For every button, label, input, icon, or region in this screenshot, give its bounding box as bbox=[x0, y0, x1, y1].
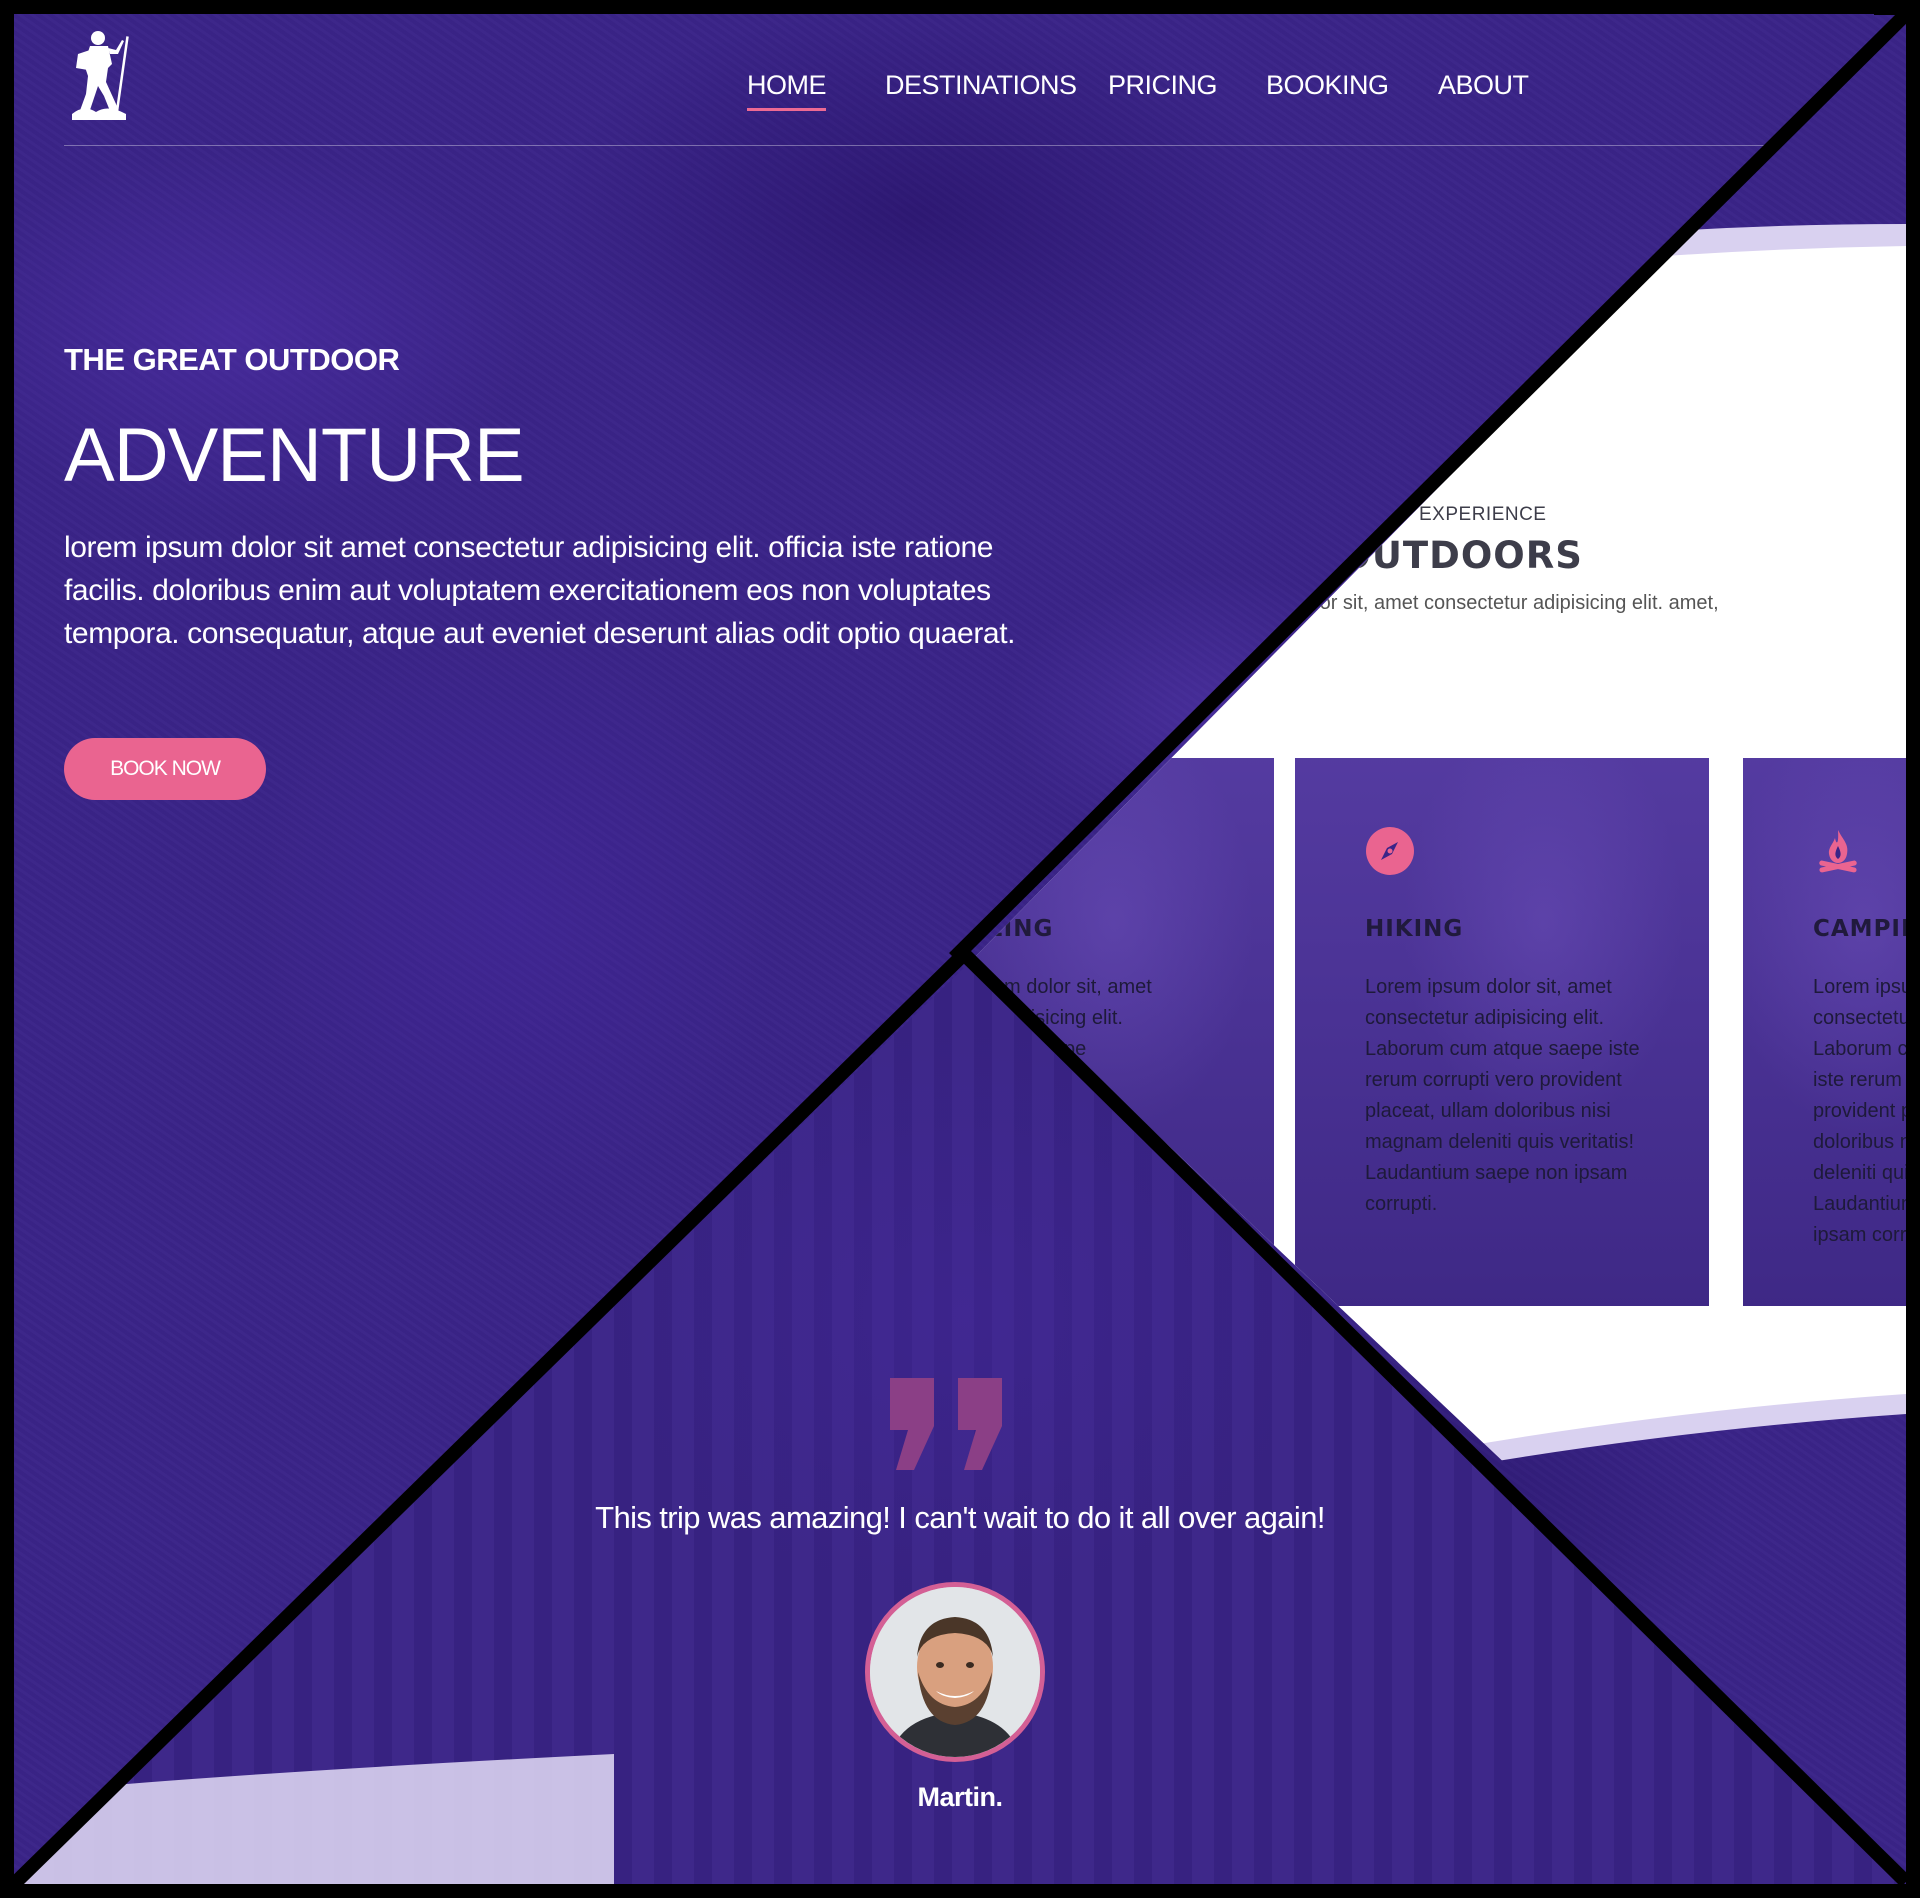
hero-eyebrow: THE GREAT OUTDOOR bbox=[64, 342, 400, 377]
screenshot-stage: HOME DESTINATIONS PRICING BOOKING ABOUT … bbox=[0, 0, 1920, 1898]
hero-title: ADVENTURE bbox=[64, 413, 525, 498]
quote-icon bbox=[890, 1378, 1002, 1470]
avatar bbox=[865, 1582, 1045, 1762]
top-navigation: HOME DESTINATIONS PRICING BOOKING ABOUT bbox=[14, 14, 1906, 146]
hero-description: lorem ipsum dolor sit amet consectetur a… bbox=[64, 531, 1016, 650]
hiker-logo-icon[interactable] bbox=[64, 24, 134, 124]
avatar-portrait bbox=[870, 1587, 1040, 1757]
card-title: CAMPING bbox=[1813, 916, 1906, 942]
experience-description: olor sit, amet consectetur adipisicing e… bbox=[1304, 592, 1719, 614]
compass-icon bbox=[1366, 827, 1414, 875]
nav-booking[interactable]: BOOKING bbox=[1266, 70, 1389, 101]
card-title: HIKING bbox=[1365, 916, 1464, 942]
page-panel: HOME DESTINATIONS PRICING BOOKING ABOUT … bbox=[14, 14, 1906, 1884]
card-text: Lorem ipsum consectetur Laborum cu iste … bbox=[1813, 976, 1906, 1246]
testimonial-author: Martin. bbox=[917, 1782, 1003, 1812]
nav-destinations[interactable]: DESTINATIONS bbox=[885, 70, 1077, 101]
nav-home[interactable]: HOME bbox=[747, 70, 827, 111]
nav-about[interactable]: ABOUT bbox=[1438, 70, 1529, 101]
card-text: Lorem ipsum dolor sit, amet consectetur … bbox=[1365, 976, 1640, 1215]
experience-subtitle: EXPERIENCE bbox=[1419, 504, 1547, 525]
campfire-icon bbox=[1819, 830, 1857, 873]
book-now-button[interactable]: BOOK NOW bbox=[64, 738, 266, 800]
card-camping[interactable]: CAMPING Lorem ipsum consectetur Laborum … bbox=[1743, 758, 1906, 1306]
nav-pricing[interactable]: PRICING bbox=[1108, 70, 1218, 101]
card-hiking[interactable]: HIKING Lorem ipsum dolor sit, amet conse… bbox=[1295, 758, 1709, 1306]
nav-divider bbox=[64, 145, 1764, 146]
